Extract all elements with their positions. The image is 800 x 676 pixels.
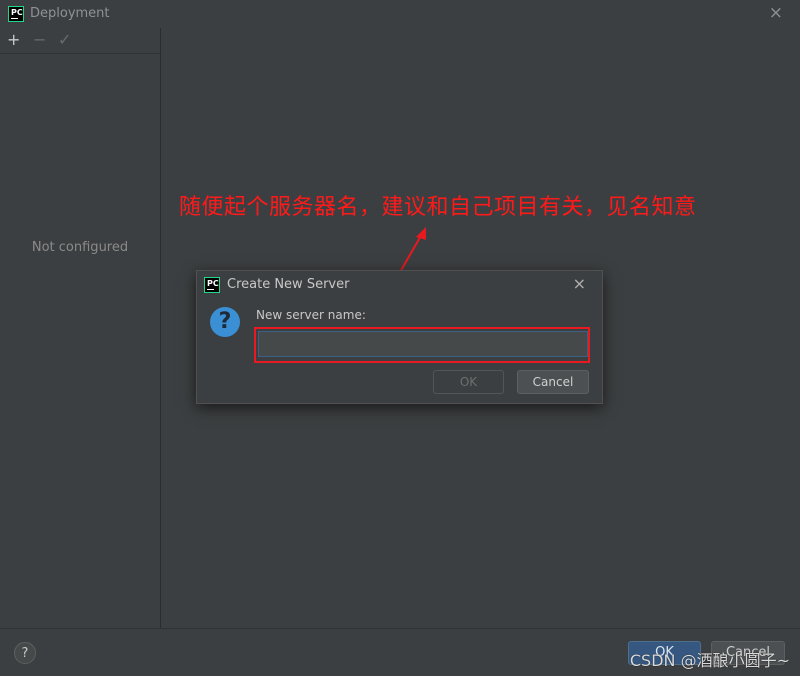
watermark-text: CSDN @酒酿小圆子~	[629, 651, 790, 670]
annotation-text: 随便起个服务器名，建议和自己项目有关，见名知意	[179, 195, 697, 220]
not-configured-text: Not configured	[31, 240, 129, 255]
title-bar: PC Deployment ×	[0, 0, 800, 28]
question-icon: ?	[210, 307, 240, 337]
help-button[interactable]: ?	[14, 642, 36, 664]
server-name-label: New server name:	[256, 308, 366, 322]
server-list-panel[interactable]: Not configured	[0, 53, 161, 629]
pycharm-logo-icon: PC	[8, 6, 24, 22]
remove-server-icon[interactable]: −	[33, 30, 46, 50]
footer-bar: ? OK Cancel CSDN @酒酿小圆子~	[0, 628, 800, 676]
window-title: Deployment	[30, 6, 110, 21]
add-server-icon[interactable]: +	[7, 30, 20, 50]
deployment-toolbar: + − ✓	[0, 30, 160, 52]
dialog-pycharm-logo-icon: PC	[204, 277, 220, 293]
dialog-ok-button[interactable]: OK	[433, 370, 504, 394]
server-name-input[interactable]	[258, 331, 588, 357]
apply-check-icon[interactable]: ✓	[58, 30, 71, 50]
dialog-cancel-button[interactable]: Cancel	[517, 370, 589, 394]
create-server-dialog: PC Create New Server × ? New server name…	[196, 270, 603, 404]
window-close-icon[interactable]: ×	[769, 3, 783, 23]
toolbar-divider	[160, 28, 161, 53]
dialog-title: Create New Server	[227, 277, 350, 292]
dialog-close-icon[interactable]: ×	[573, 274, 586, 294]
